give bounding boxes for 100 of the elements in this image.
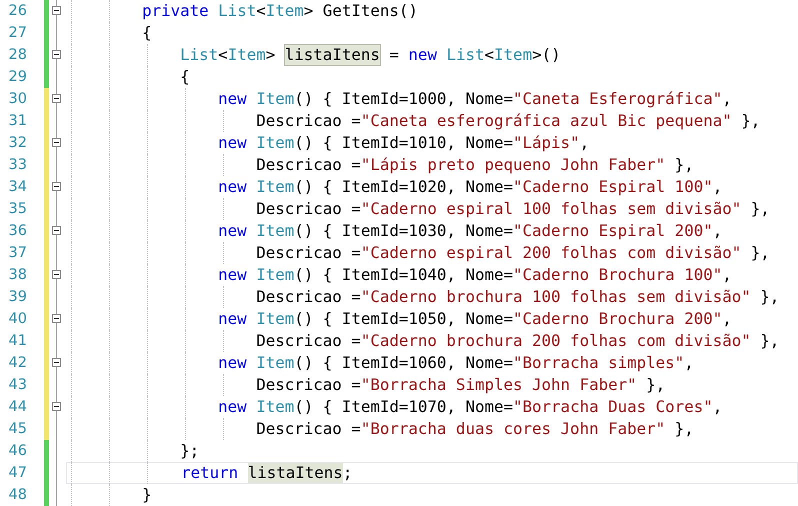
code-text: }, [759,331,780,351]
code-text: Descricao = [256,419,361,439]
string-literal: "Caderno Brochura 200" [513,309,722,329]
type-name: Item [228,45,266,65]
line-number: 44 [8,399,27,415]
line-number: 31 [8,113,27,129]
code-text: }; [180,441,200,461]
string-literal: "Caderno Espiral 200" [513,221,713,241]
type-name: Item [494,45,532,65]
code-text: () { ItemId=1060, Nome= [294,353,513,373]
keyword: new [218,133,248,153]
type-name: Item [256,89,294,109]
string-literal: "Caneta esferográfica azul Bic pequena" [360,111,732,131]
line-number: 41 [8,333,27,349]
collapse-icon[interactable] [52,182,61,191]
collapse-icon[interactable] [52,358,61,367]
collapse-icon[interactable] [52,94,61,103]
keyword: new [218,89,248,109]
code-text: , [722,265,732,285]
code-text: , [712,177,722,197]
string-literal: "Borracha Duas Cores" [513,397,713,417]
type-name: Item [256,133,294,153]
code-text: , [684,353,694,373]
keyword: new [218,309,248,329]
line-number: 32 [8,135,27,151]
code-text: < [484,45,494,65]
line-number: 28 [8,47,27,63]
collapse-icon[interactable] [52,138,61,147]
line-number: 48 [8,487,27,503]
line-number: 35 [8,201,27,217]
code-text: , [712,221,722,241]
collapse-icon[interactable] [52,50,61,59]
keyword: new [408,45,438,65]
code-text: , [722,309,732,329]
code-text: Descricao = [256,111,361,131]
keyword: return [181,463,240,483]
collapse-icon[interactable] [52,226,61,235]
code-text: }, [740,111,760,131]
type-name: Item [256,177,294,197]
code-text: } [142,485,152,505]
collapse-icon[interactable] [52,402,61,411]
string-literal: "Caneta Esferográfica" [513,89,722,109]
line-number: 37 [8,245,27,261]
code-text: > GetItens() [304,1,418,21]
code-text: = [388,45,400,65]
line-number: 40 [8,311,27,327]
type-name: List [218,1,256,21]
code-text: Descricao = [256,243,361,263]
line-number: 47 [8,465,27,481]
code-text: { [142,23,152,43]
code-text: Descricao = [256,199,361,219]
string-literal: "Borracha simples" [513,353,684,373]
type-name: Item [266,1,304,21]
line-number: 27 [8,25,27,41]
variable-reference: l [248,463,258,483]
type-name: Item [256,265,294,285]
keyword: new [218,221,248,241]
code-text: () { ItemId=1020, Nome= [294,177,513,197]
type-name: Item [256,397,294,417]
string-literal: "Caderno brochura 100 folhas sem divisão" [360,287,751,307]
string-literal: "Caderno espiral 200 folhas com divisão" [360,243,742,263]
keyword: new [218,177,248,197]
code-text: >() [532,45,561,65]
keyword: private [142,1,210,21]
code-text: }, [759,287,780,307]
code-text: Descricao = [256,155,361,175]
line-number: 36 [8,223,27,239]
keyword: new [218,265,248,285]
line-number: 29 [8,69,27,85]
string-literal: "Lápis" [513,133,580,153]
line-number: 34 [8,179,27,195]
line-number: 30 [8,91,27,107]
collapse-icon[interactable] [52,314,61,323]
type-name: Item [256,353,294,373]
code-text: < [218,45,228,65]
code-text: }, [645,375,666,395]
variable-reference: listaItens [284,45,380,65]
type-name: List [180,45,218,65]
code-text: Descricao = [256,375,361,395]
code-text: Descricao = [256,331,361,351]
code-text: () { ItemId=1000, Nome= [294,89,513,109]
collapse-icon[interactable] [52,270,61,279]
code-text: , [712,397,722,417]
code-text: , [580,133,590,153]
code-text: { [180,67,190,87]
type-name: List [446,45,485,65]
line-number: 45 [8,421,27,437]
string-literal: "Borracha duas cores John Faber" [360,419,666,439]
string-literal: "Caderno Brochura 100" [513,265,722,285]
code-text: }, [750,199,770,219]
code-text: ; [342,463,352,483]
collapse-icon[interactable] [52,6,61,15]
line-number: 26 [8,3,27,19]
code-text: () { ItemId=1070, Nome= [294,397,513,417]
line-number: 38 [8,267,27,283]
keyword: new [218,353,248,373]
line-number: 43 [8,377,27,393]
line-number: 46 [8,443,27,459]
string-literal: "Caderno espiral 100 folhas sem divisão" [360,199,742,219]
code-text: Descricao = [256,287,361,307]
